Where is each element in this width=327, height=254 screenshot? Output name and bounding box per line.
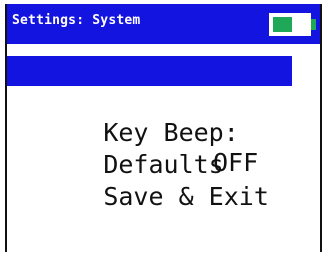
menu-item-key-beep[interactable]: Key Beep: OFF <box>7 88 258 177</box>
title-bar: Settings: System <box>7 4 320 44</box>
save-exit-label: Save & Exit <box>103 182 269 211</box>
device-screen: Settings: System Backlight: ON Key Beep:… <box>5 4 322 252</box>
battery-body <box>269 13 311 36</box>
battery-tip <box>311 19 316 30</box>
menu-item-save-exit[interactable]: Save & Exit <box>7 152 269 211</box>
battery-level-fill <box>273 17 292 32</box>
menu-item-backlight[interactable]: Backlight: ON <box>7 56 292 145</box>
battery-icon <box>269 13 316 36</box>
menu-item-defaults[interactable]: Defaults <box>7 120 223 179</box>
screen-title: Settings: System <box>12 13 141 28</box>
